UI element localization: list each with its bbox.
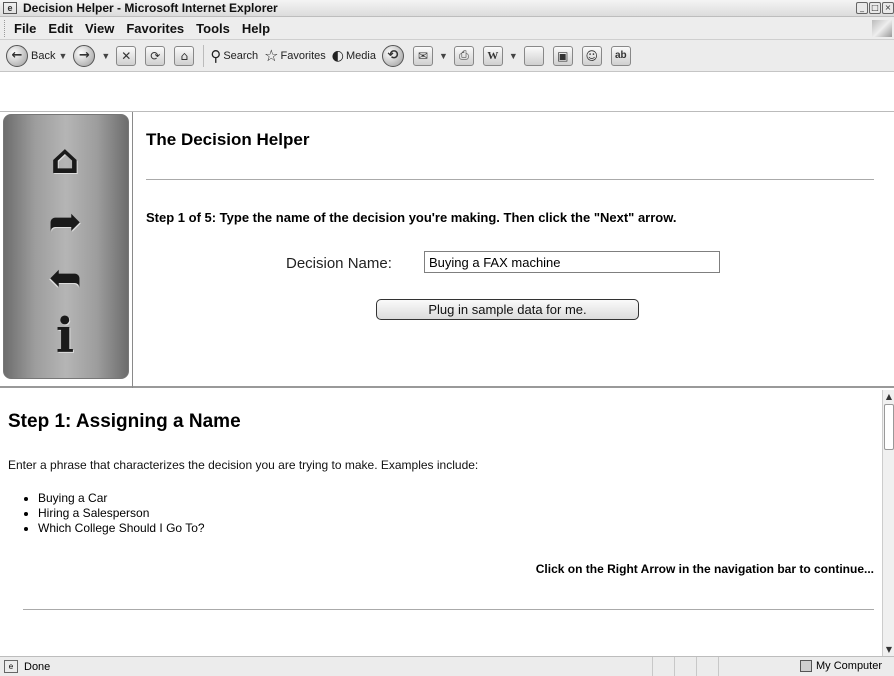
- refresh-icon: ⟳: [145, 45, 166, 66]
- home-toolbar-icon: ⌂: [174, 45, 195, 66]
- list-item: Hiring a Salesperson: [38, 506, 205, 521]
- home-icon[interactable]: ⌂: [37, 137, 93, 183]
- menu-tools[interactable]: Tools: [190, 21, 236, 36]
- help-divider: [23, 609, 874, 610]
- history-button[interactable]: ⟲: [381, 44, 407, 67]
- back-button[interactable]: ← Back ▼: [6, 44, 67, 67]
- back-dropdown-icon[interactable]: ▼: [58, 51, 67, 61]
- help-intro: Enter a phrase that characterizes the de…: [8, 458, 479, 472]
- top-frame: ⌂ ➦ ➦ i The Decision Helper Step 1 of 5:…: [0, 112, 894, 388]
- right-arrow-icon[interactable]: ➦: [37, 199, 93, 245]
- print-button[interactable]: ⎙: [453, 45, 477, 66]
- security-zone: My Computer: [800, 660, 882, 672]
- navigation-bar: ⌂ ➦ ➦ i: [3, 114, 129, 379]
- media-button[interactable]: ◐ Media: [332, 48, 376, 64]
- status-panes: [652, 657, 740, 676]
- mail-dropdown-icon[interactable]: ▼: [439, 51, 448, 61]
- search-button[interactable]: ⚲ Search: [210, 47, 258, 65]
- windows-flag-icon: [872, 20, 892, 37]
- forward-arrow-icon: →: [73, 44, 96, 67]
- minimize-icon[interactable]: _: [856, 2, 868, 14]
- spelling-button[interactable]: ab: [610, 45, 634, 66]
- mail-button[interactable]: ✉ ▼: [412, 45, 448, 66]
- help-heading: Step 1: Assigning a Name: [8, 411, 241, 432]
- page-status-icon: e: [4, 660, 18, 673]
- messenger-icon: ▣: [552, 45, 573, 66]
- menu-favorites[interactable]: Favorites: [120, 21, 190, 36]
- list-item: Which College Should I Go To?: [38, 521, 205, 536]
- edit-button[interactable]: W ▼: [482, 45, 518, 66]
- window-title: Decision Helper - Microsoft Internet Exp…: [23, 1, 278, 15]
- discuss-button[interactable]: [523, 45, 547, 66]
- close-icon[interactable]: ×: [882, 2, 894, 14]
- menu-edit[interactable]: Edit: [42, 21, 79, 36]
- scroll-thumb[interactable]: [884, 404, 894, 450]
- media-label: Media: [345, 49, 376, 62]
- scroll-up-icon[interactable]: ▲: [883, 390, 894, 404]
- refresh-button[interactable]: ⟳: [145, 45, 168, 66]
- zone-label: My Computer: [816, 660, 883, 672]
- forward-dropdown-icon[interactable]: ▼: [101, 51, 110, 61]
- step-instruction: Step 1 of 5: Type the name of the decisi…: [146, 210, 677, 225]
- scroll-down-icon[interactable]: ▼: [883, 643, 894, 657]
- favorites-button[interactable]: ☆ Favorites: [264, 46, 326, 65]
- info-icon[interactable]: i: [37, 308, 93, 364]
- status-pane: [652, 657, 674, 676]
- search-label: Search: [223, 49, 259, 62]
- page-title: The Decision Helper: [146, 130, 310, 149]
- list-item: Buying a Car: [38, 491, 205, 506]
- status-pane: [696, 657, 718, 676]
- help-frame: Step 1: Assigning a Name Enter a phrase …: [0, 390, 894, 657]
- window-controls: _ □ ×: [856, 2, 894, 14]
- page-content: ⌂ ➦ ➦ i The Decision Helper Step 1 of 5:…: [0, 111, 894, 657]
- mail-icon: ✉: [412, 45, 433, 66]
- computer-icon: [800, 660, 812, 672]
- title-bar: e Decision Helper - Microsoft Internet E…: [0, 0, 894, 17]
- decision-name-input[interactable]: [424, 251, 720, 273]
- search-icon: ⚲: [210, 46, 222, 65]
- status-pane: [674, 657, 696, 676]
- help-scrollbar[interactable]: ▲ ▼: [882, 390, 894, 657]
- print-icon: ⎙: [453, 45, 474, 66]
- status-bar: e Done My Computer: [0, 656, 894, 676]
- decision-name-label: Decision Name:: [286, 255, 392, 272]
- back-arrow-icon: ←: [6, 44, 28, 67]
- title-divider: [146, 179, 874, 180]
- discuss-icon: [523, 45, 544, 66]
- status-pane: [718, 657, 740, 676]
- examples-list: Buying a Car Hiring a Salesperson Which …: [38, 491, 205, 536]
- word-edit-icon: W: [482, 45, 503, 66]
- sample-data-button[interactable]: Plug in sample data for me.: [376, 299, 639, 320]
- left-arrow-icon[interactable]: ➦: [37, 255, 93, 301]
- menu-help[interactable]: Help: [236, 21, 276, 36]
- history-icon: ⟲: [381, 44, 404, 67]
- forward-button[interactable]: → ▼: [73, 44, 110, 67]
- messenger-button[interactable]: ▣: [552, 45, 576, 66]
- status-text: Done: [24, 660, 51, 673]
- media-icon: ◐: [331, 47, 344, 64]
- toolbar: ← Back ▼ → ▼ ✕ ⟳ ⌂ ⚲ Search ☆ Favorites …: [0, 40, 894, 72]
- stop-button[interactable]: ✕: [116, 45, 139, 66]
- menu-bar: File Edit View Favorites Tools Help: [0, 17, 894, 40]
- toolbar-separator: [203, 44, 205, 67]
- home-button[interactable]: ⌂: [174, 45, 197, 66]
- research-icon: ☺: [581, 45, 602, 66]
- spelling-icon: ab: [610, 45, 631, 66]
- continue-hint: Click on the Right Arrow in the navigati…: [535, 562, 874, 576]
- back-label: Back: [31, 49, 56, 62]
- ie-logo-icon: e: [3, 2, 17, 14]
- nav-divider: [132, 112, 133, 388]
- edit-dropdown-icon[interactable]: ▼: [509, 51, 518, 61]
- research-button[interactable]: ☺: [581, 45, 605, 66]
- maximize-icon[interactable]: □: [869, 2, 881, 14]
- favorites-star-icon: ☆: [264, 46, 279, 65]
- menu-view[interactable]: View: [79, 21, 120, 36]
- favorites-label: Favorites: [280, 49, 326, 62]
- stop-icon: ✕: [116, 45, 137, 66]
- menu-file[interactable]: File: [8, 21, 42, 36]
